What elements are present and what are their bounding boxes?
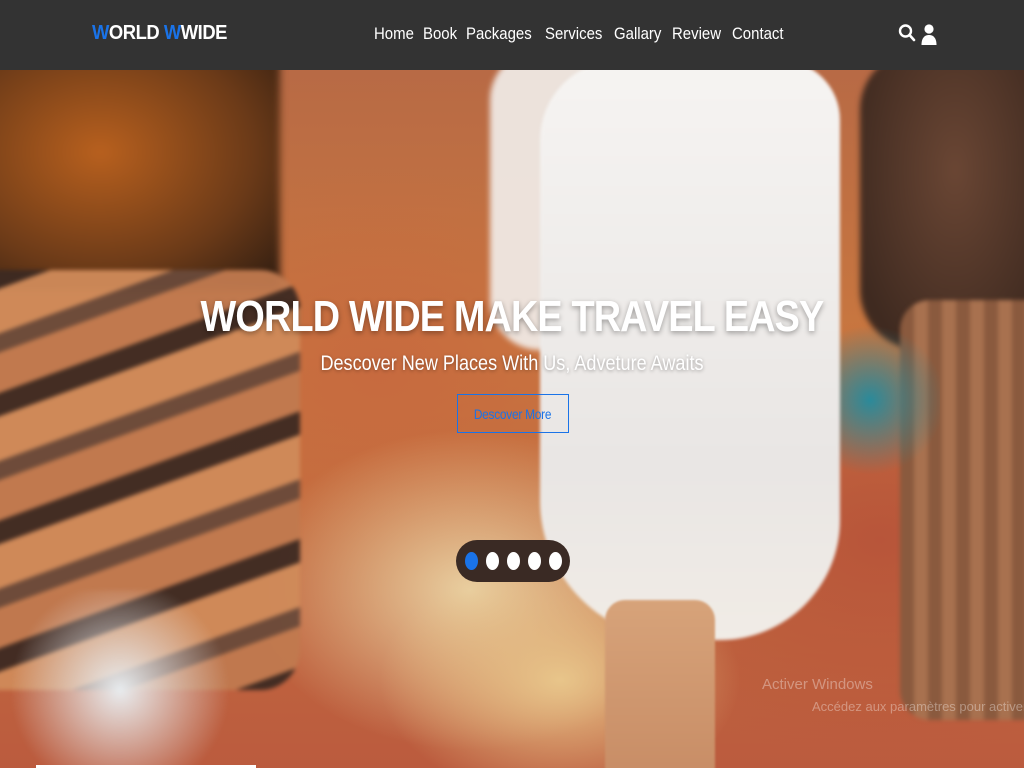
slider-dot-3[interactable] <box>506 552 520 570</box>
header-icons <box>898 21 938 45</box>
nav-services[interactable]: Services <box>545 24 602 44</box>
slider-dot-4[interactable] <box>527 552 541 570</box>
nav-review[interactable]: Review <box>672 24 721 44</box>
nav-home[interactable]: Home <box>374 24 414 44</box>
logo-letter-1: W <box>92 22 109 44</box>
windows-activation-watermark: Activer Windows Accédez aux paramètres p… <box>762 674 1024 718</box>
background-image-pillow <box>0 70 280 290</box>
site-logo[interactable]: WORLD WWIDE <box>92 22 227 45</box>
logo-letter-2: W <box>163 22 181 44</box>
background-image-boot <box>605 600 715 768</box>
background-image-cushion <box>0 590 240 768</box>
watermark-line-1: Activer Windows <box>762 676 873 693</box>
nav-book[interactable]: Book <box>423 24 457 44</box>
slider-pagination <box>456 540 570 582</box>
discover-more-label: Descover More <box>474 405 552 422</box>
watermark-line-2: Accédez aux paramètres pour activer Wind… <box>812 699 1024 714</box>
hero-section: WORLD WIDE MAKE TRAVEL EASY Descover New… <box>0 70 1024 768</box>
logo-text-1: ORLD <box>108 22 164 44</box>
discover-more-button[interactable]: Descover More <box>457 394 569 433</box>
user-icon[interactable] <box>920 21 938 45</box>
slider-dot-2[interactable] <box>485 552 499 570</box>
logo-text-2: WIDE <box>180 22 228 44</box>
slider-dot-1[interactable] <box>464 552 478 570</box>
hero-subtitle: Descover New Places With Us, Adveture Aw… <box>320 352 704 375</box>
nav-packages[interactable]: Packages <box>466 24 532 44</box>
search-icon[interactable] <box>898 21 916 45</box>
top-header: WORLD WWIDE Home Book Packages Services … <box>0 0 1024 70</box>
main-nav: Home Book Packages Services Gallary Revi… <box>374 24 794 44</box>
nav-contact[interactable]: Contact <box>732 24 784 44</box>
nav-gallary[interactable]: Gallary <box>614 24 661 44</box>
slider-dot-5[interactable] <box>548 552 562 570</box>
hero-title: WORLD WIDE MAKE TRAVEL EASY <box>200 292 825 341</box>
